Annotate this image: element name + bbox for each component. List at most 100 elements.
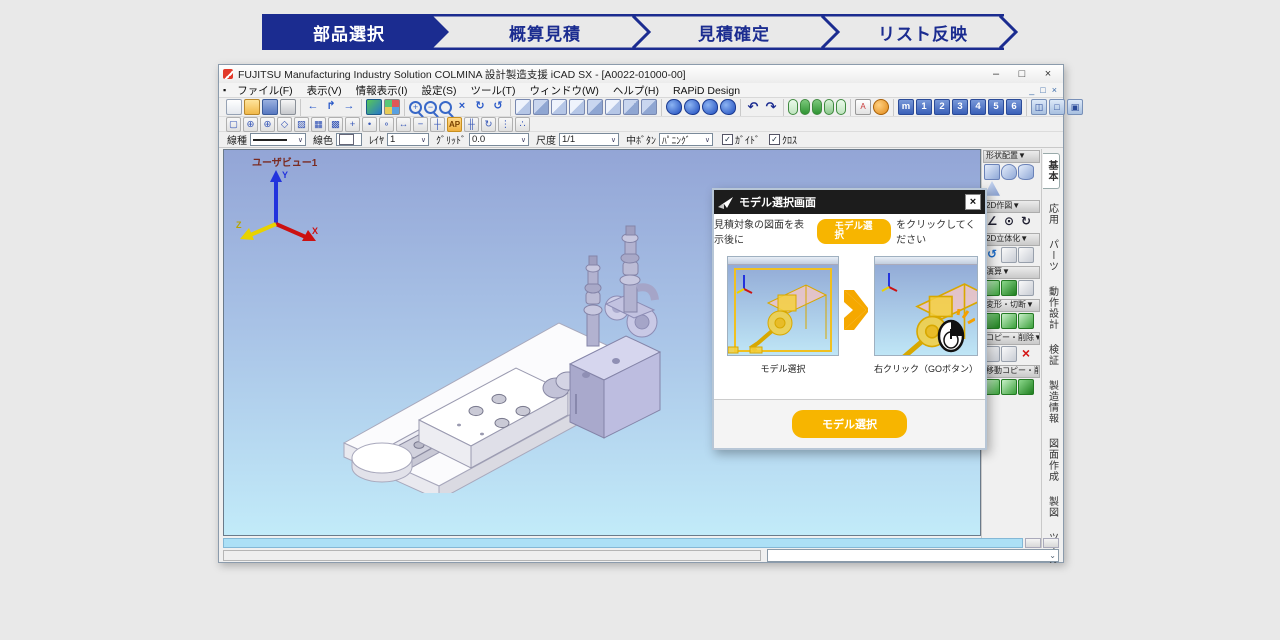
menu-item-1[interactable]: ファイル(F): [230, 85, 299, 97]
save-icon[interactable]: [262, 99, 278, 115]
title-bar[interactable]: FUJITSU Manufacturing Industry Solution …: [219, 65, 1063, 84]
boolean-subtract-icon[interactable]: [1001, 280, 1017, 296]
region-fill-icon[interactable]: ▦: [311, 117, 326, 132]
maximize-button[interactable]: □: [1011, 68, 1033, 80]
menu-item-7[interactable]: ヘルプ(H): [606, 85, 666, 97]
scale-select[interactable]: 1/1∨: [559, 133, 619, 146]
side-tab-図面作成[interactable]: 図面作成: [1044, 438, 1060, 482]
view-left-icon[interactable]: [551, 99, 567, 115]
solid-shape-4-icon[interactable]: [720, 99, 736, 115]
view-right-icon[interactable]: [569, 99, 585, 115]
minimize-button[interactable]: –: [985, 68, 1007, 80]
zoom-out-icon[interactable]: −: [424, 101, 437, 114]
close-button[interactable]: ×: [1037, 68, 1059, 80]
cross-checkbox[interactable]: ✓ ｸﾛｽ: [769, 132, 797, 147]
middle-button-select[interactable]: ﾊﾟﾆﾝｸﾞ∨: [659, 133, 713, 146]
redo-icon[interactable]: ↷: [763, 99, 779, 115]
menu-item-4[interactable]: 設定(S): [415, 85, 464, 97]
section-copy-delete[interactable]: コピー・削除▼: [983, 332, 1040, 345]
extrude-prism-icon[interactable]: [1001, 247, 1017, 263]
parts-color-icon[interactable]: [384, 99, 400, 115]
point-dot-icon[interactable]: •: [362, 117, 377, 132]
solid-shape-2-icon[interactable]: [684, 99, 700, 115]
region-view-icon[interactable]: ▩: [328, 117, 343, 132]
draw-circle-icon[interactable]: ⊙: [1001, 214, 1017, 230]
window-3-button[interactable]: 3: [952, 99, 968, 115]
solid-shape-1-icon[interactable]: [666, 99, 682, 115]
snap-rotate-icon[interactable]: ↻: [481, 117, 496, 132]
side-tab-パーツ[interactable]: パーツ: [1044, 239, 1060, 272]
combo-dropdown-icon[interactable]: ⌄: [1049, 551, 1056, 560]
mdi-restore-button[interactable]: □: [1040, 85, 1045, 95]
draw-arc-icon[interactable]: ↻: [1018, 214, 1034, 230]
cut-icon[interactable]: [1001, 313, 1017, 329]
verify-model-icon[interactable]: [366, 99, 382, 115]
forward-arrow-icon[interactable]: →: [341, 99, 357, 115]
breadcrumb-step-4[interactable]: リスト反映: [838, 14, 1008, 50]
section-2d-draw[interactable]: 2D作図▼: [983, 200, 1040, 213]
menu-item-3[interactable]: 情報表示(I): [349, 85, 415, 97]
snap-grid-icon[interactable]: ╫: [464, 117, 479, 132]
window-cascade-icon[interactable]: ▣: [1067, 99, 1083, 115]
zoom-in-icon[interactable]: +: [409, 101, 422, 114]
layer-state-2-icon[interactable]: [800, 99, 810, 115]
extrude-sweep-icon[interactable]: [1018, 247, 1034, 263]
scroll-left-button[interactable]: [1025, 538, 1041, 548]
back-arrow-icon[interactable]: ←: [305, 99, 321, 115]
point-cross-icon[interactable]: ┼: [430, 117, 445, 132]
window-2-button[interactable]: 2: [934, 99, 950, 115]
layer-select[interactable]: 1∨: [387, 133, 429, 146]
view-bottom-icon[interactable]: [605, 99, 621, 115]
view-front-icon[interactable]: [515, 99, 531, 115]
copy-rotate-icon[interactable]: [1001, 346, 1017, 362]
side-tab-製造情報[interactable]: 製造情報: [1044, 380, 1060, 424]
mdi-close-button[interactable]: ×: [1052, 85, 1057, 95]
window-1-button[interactable]: 1: [916, 99, 932, 115]
grid-select[interactable]: 0.0∨: [469, 133, 529, 146]
boolean-intersect-icon[interactable]: [1018, 280, 1034, 296]
section-2d-solid[interactable]: 2D立体化▼: [983, 233, 1040, 246]
region-add-icon[interactable]: +: [345, 117, 360, 132]
zoom-fit-icon[interactable]: [439, 101, 452, 114]
hatch-icon[interactable]: ▨: [294, 117, 309, 132]
polygon-icon[interactable]: ◇: [277, 117, 292, 132]
menu-item-2[interactable]: 表示(V): [300, 85, 349, 97]
section-deform-cut[interactable]: 変形・切断▼: [983, 299, 1040, 312]
side-tab-動作設計[interactable]: 動作設計: [1044, 286, 1060, 330]
primitive-box-icon[interactable]: [984, 164, 1000, 180]
breadcrumb-step-2[interactable]: 概算見積: [460, 14, 630, 50]
view-delete-icon[interactable]: ×: [454, 99, 470, 115]
snap-offset-icon[interactable]: ⋮: [498, 117, 513, 132]
move-copy-3-icon[interactable]: [1018, 379, 1034, 395]
mdi-system-icon[interactable]: ▪: [223, 85, 226, 95]
undo-icon[interactable]: ↶: [745, 99, 761, 115]
cad-model-3d[interactable]: [324, 218, 669, 493]
primitive-cylinder-icon[interactable]: [1018, 164, 1034, 180]
solid-shape-3-icon[interactable]: [702, 99, 718, 115]
print-icon[interactable]: [280, 99, 296, 115]
view-shaded-icon[interactable]: [533, 99, 549, 115]
layer-state-3-icon[interactable]: [812, 99, 822, 115]
breadcrumb-step-1[interactable]: 部品選択: [264, 14, 434, 50]
move-element-icon[interactable]: ⊕: [243, 117, 258, 132]
menu-item-5[interactable]: ツール(T): [464, 85, 523, 97]
layer-state-5-icon[interactable]: [836, 99, 846, 115]
primitive-sphere-icon[interactable]: [1001, 164, 1017, 180]
export-image-icon[interactable]: A: [855, 99, 871, 115]
section-move-copy-delete[interactable]: 移動コピー・削除▼: [983, 365, 1040, 378]
window-single-icon[interactable]: □: [1049, 99, 1065, 115]
move-copy-2-icon[interactable]: [1001, 379, 1017, 395]
command-combo-box[interactable]: ⌄: [767, 549, 1059, 562]
view-top-icon[interactable]: [587, 99, 603, 115]
line-color-select[interactable]: [336, 133, 362, 146]
grid-matrix-icon[interactable]: ∴: [515, 117, 530, 132]
view-reset-icon[interactable]: ↺: [490, 99, 506, 115]
view-rotate-icon[interactable]: ↻: [472, 99, 488, 115]
window-4-button[interactable]: 4: [970, 99, 986, 115]
layer-state-4-icon[interactable]: [824, 99, 834, 115]
side-tab-検証[interactable]: 検証: [1044, 344, 1060, 366]
section-boolean[interactable]: 演算▼: [983, 266, 1040, 279]
snap-ap-icon[interactable]: AP: [447, 117, 462, 132]
side-tab-basic[interactable]: 基本: [1043, 153, 1060, 189]
render-sphere-icon[interactable]: [873, 99, 889, 115]
